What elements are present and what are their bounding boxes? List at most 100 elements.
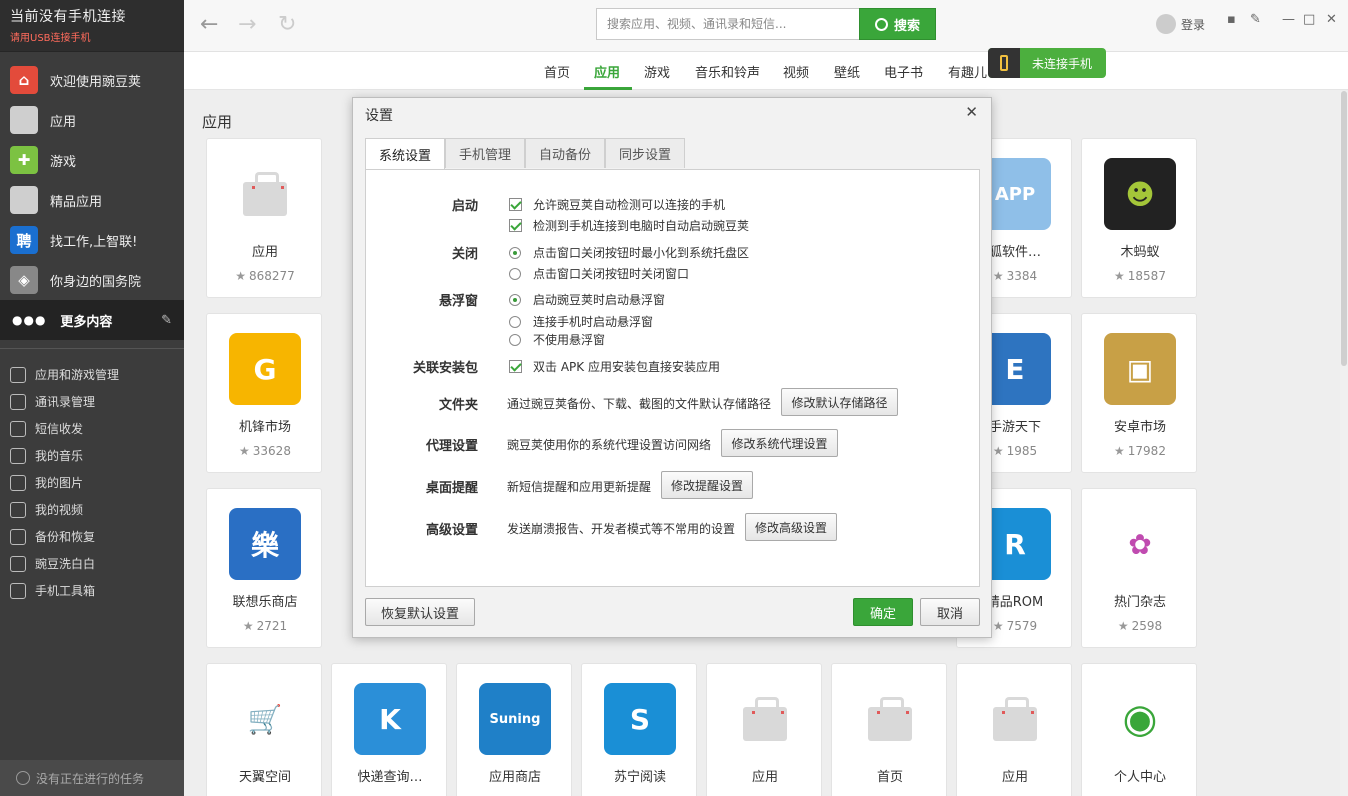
close-window-icon[interactable]: ✕ <box>1326 12 1337 27</box>
app-card[interactable]: K 快递查询… <box>331 663 447 796</box>
radio[interactable] <box>509 246 521 259</box>
wrench-icon[interactable]: ✎ <box>161 313 172 328</box>
settings-wrench-icon[interactable]: ✎ <box>1250 12 1261 27</box>
forward-icon[interactable]: → <box>238 12 256 37</box>
float-on-launch-option[interactable]: 启动豌豆荚时启动悬浮窗 <box>509 291 665 308</box>
sidebar-item-games[interactable]: ✚ 游戏 <box>0 140 184 180</box>
feedback-icon[interactable]: ▪ <box>1227 12 1236 27</box>
tool-app-manage[interactable]: 应用和游戏管理 <box>0 361 184 388</box>
tool-clean[interactable]: 豌豆洗白白 <box>0 550 184 577</box>
app-card[interactable]: 应用 <box>706 663 822 796</box>
refresh-icon[interactable]: ↻ <box>278 12 296 37</box>
radio[interactable] <box>509 333 521 346</box>
option-label: 允许豌豆荚自动检测可以连接的手机 <box>533 198 726 212</box>
change-advanced-button[interactable]: 修改高级设置 <box>745 513 837 541</box>
cancel-button[interactable]: 取消 <box>920 598 980 626</box>
search-button[interactable]: 搜索 <box>859 8 936 40</box>
lenovo-icon: 樂 <box>229 508 301 580</box>
tab-apps[interactable]: 应用 <box>594 62 620 81</box>
bag-icon <box>10 106 38 134</box>
tab-ebook[interactable]: 电子书 <box>884 62 923 81</box>
sidebar-item-apps[interactable]: 应用 <box>0 100 184 140</box>
sidebar-item-featured[interactable]: 精品应用 <box>0 180 184 220</box>
app-card[interactable]: ✿ 热门杂志 ★ 2598 <box>1081 488 1197 648</box>
close-icon[interactable]: ✕ <box>965 103 978 121</box>
sidebar-item-welcome[interactable]: ⌂ 欢迎使用豌豆荚 <box>0 60 184 100</box>
radio[interactable] <box>509 267 521 280</box>
tab-phone-manage[interactable]: 手机管理 <box>445 138 525 168</box>
checkbox[interactable] <box>509 219 522 232</box>
tab-system-settings[interactable]: 系统设置 <box>365 138 445 169</box>
tab-auto-backup[interactable]: 自动备份 <box>525 138 605 168</box>
app-card[interactable]: ▣ 安卓市场 ★ 17982 <box>1081 313 1197 473</box>
connect-phone-button[interactable]: 未连接手机 <box>988 48 1106 78</box>
float-off-option[interactable]: 不使用悬浮窗 <box>509 331 605 348</box>
minimize-icon[interactable]: — <box>1282 12 1295 27</box>
tool-sms[interactable]: 短信收发 <box>0 415 184 442</box>
tool-toolbox[interactable]: 手机工具箱 <box>0 577 184 604</box>
login-button[interactable]: 登录 <box>1156 14 1205 34</box>
tool-backup[interactable]: 备份和恢复 <box>0 523 184 550</box>
music-icon <box>10 447 26 464</box>
tab-games[interactable]: 游戏 <box>644 62 670 81</box>
scrollbar-thumb[interactable] <box>1341 91 1347 366</box>
app-card[interactable]: 樂 联想乐商店 ★ 2721 <box>206 488 322 648</box>
tool-photos[interactable]: 我的图片 <box>0 469 184 496</box>
download-icon <box>16 771 30 785</box>
minimize-tray-option[interactable]: 点击窗口关闭按钮时最小化到系统托盘区 <box>509 244 749 261</box>
sidebar-item-zhaopin[interactable]: 聘 找工作,上智联! <box>0 220 184 260</box>
tab-video[interactable]: 视频 <box>783 62 809 81</box>
change-notify-button[interactable]: 修改提醒设置 <box>661 471 753 499</box>
app-card[interactable]: ☻ 木蚂蚁 ★ 18587 <box>1081 138 1197 298</box>
radio[interactable] <box>509 315 521 328</box>
tool-contacts[interactable]: 通讯录管理 <box>0 388 184 415</box>
checkbox[interactable] <box>509 198 522 211</box>
app-card[interactable]: S 苏宁阅读 <box>581 663 697 796</box>
tab-music[interactable]: 音乐和铃声 <box>695 62 760 81</box>
search-input[interactable]: 搜索应用、视频、通讯录和短信... <box>596 8 860 40</box>
maximize-icon[interactable]: □ <box>1303 12 1315 27</box>
ok-button[interactable]: 确定 <box>853 598 913 626</box>
restore-defaults-button[interactable]: 恢复默认设置 <box>365 598 475 626</box>
tool-music[interactable]: 我的音乐 <box>0 442 184 469</box>
app-name: 热门杂志 <box>1113 595 1166 610</box>
login-label: 登录 <box>1181 17 1206 32</box>
bag-icon <box>10 186 38 214</box>
tab-fun[interactable]: 有趣儿 <box>948 62 987 81</box>
app-card[interactable]: 🛒 天翼空间 <box>206 663 322 796</box>
proxy-desc: 豌豆荚使用你的系统代理设置访问网络 <box>507 438 712 452</box>
app-card[interactable]: 首页 <box>831 663 947 796</box>
tab-sync-settings[interactable]: 同步设置 <box>605 138 685 168</box>
rating-value: 868277 <box>248 269 295 283</box>
checkbox[interactable] <box>509 360 522 373</box>
back-icon[interactable]: ← <box>200 12 218 37</box>
sidebar-more-label: 更多内容 <box>60 314 113 330</box>
task-status[interactable]: 没有正在进行的任务 <box>0 760 184 796</box>
tab-wallpaper[interactable]: 壁纸 <box>834 62 860 81</box>
auto-detect-option[interactable]: 允许豌豆荚自动检测可以连接的手机 <box>509 196 725 213</box>
app-name: 应用 <box>751 770 778 785</box>
app-card[interactable]: 应用 ★ 868277 <box>206 138 322 298</box>
app-card[interactable]: G 机锋市场 ★ 33628 <box>206 313 322 473</box>
tool-videos[interactable]: 我的视频 <box>0 496 184 523</box>
auto-launch-option[interactable]: 检测到手机连接到电脑时自动启动豌豆荚 <box>509 217 749 234</box>
app-card[interactable]: ◉ 个人中心 <box>1081 663 1197 796</box>
sidebar-item-gov[interactable]: ◈ 你身边的国务院 <box>0 260 184 300</box>
float-on-connect-option[interactable]: 连接手机时启动悬浮窗 <box>509 313 653 330</box>
app-card[interactable]: 应用 <box>956 663 1072 796</box>
proxy-label: 代理设置 <box>425 439 478 454</box>
apk-install-option[interactable]: 双击 APK 应用安装包直接安装应用 <box>509 358 720 375</box>
change-proxy-button[interactable]: 修改系统代理设置 <box>721 429 838 457</box>
scrollbar[interactable] <box>1340 91 1348 796</box>
tool-label: 豌豆洗白白 <box>35 557 96 571</box>
app-card[interactable]: Suning 应用商店 <box>456 663 572 796</box>
change-storage-path-button[interactable]: 修改默认存储路径 <box>781 388 898 416</box>
zhaopin-icon: 聘 <box>10 226 38 254</box>
app-rating: ★ 868277 <box>207 269 323 283</box>
device-status[interactable]: 当前没有手机连接 请用USB连接手机 <box>0 0 184 52</box>
tab-home[interactable]: 首页 <box>544 62 570 81</box>
radio[interactable] <box>509 293 521 306</box>
close-window-option[interactable]: 点击窗口关闭按钮时关闭窗口 <box>509 265 689 282</box>
sidebar-item-label: 游戏 <box>50 154 77 170</box>
sidebar-more[interactable]: ●●● 更多内容 ✎ <box>0 300 184 340</box>
